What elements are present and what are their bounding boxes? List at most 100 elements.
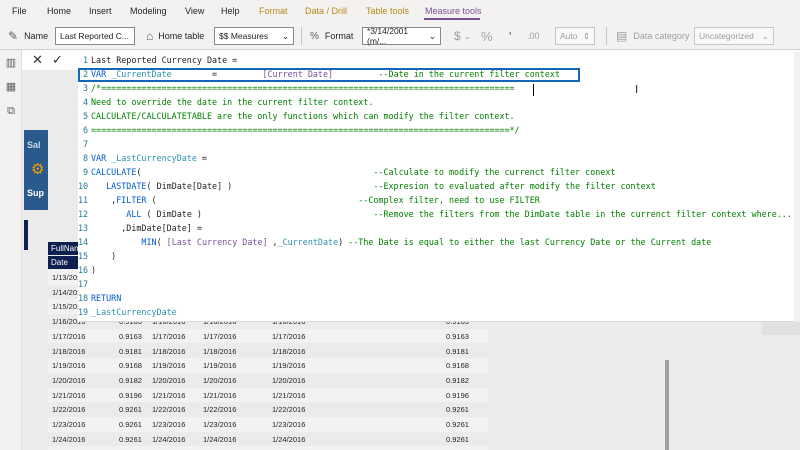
home-table-label: Home table	[158, 31, 205, 41]
banner-text-top: Sal	[27, 140, 41, 150]
table-view-icon[interactable]: ▦	[5, 82, 17, 93]
report-banner-image: Sal Sup ⚙	[24, 130, 48, 210]
code-line[interactable]: 12 ALL ( DimDate ) --Remove the filters …	[78, 207, 792, 221]
tab-format[interactable]: Format	[259, 6, 288, 16]
table-row[interactable]: 1/22/2016 0.9261 1/22/2016 1/22/2016 1/22/20…	[48, 402, 488, 417]
chevron-down-icon: ⌄	[428, 30, 436, 41]
code-line[interactable]: 1 Last Reported Currency Date =	[78, 53, 790, 67]
code-line[interactable]: 13 ,DimDate[Date] =	[78, 221, 790, 235]
code-token: ========================================…	[91, 125, 520, 135]
chevron-down-icon: ⌄	[463, 30, 472, 41]
table-cell: 1/21/2016	[203, 390, 237, 400]
table-cell: 0.9196	[119, 390, 142, 400]
comma-button[interactable]: '	[509, 22, 511, 50]
code-token: ,DimDate[Date] =	[91, 223, 202, 233]
code-line[interactable]: 9 CALCULATE( --Calculate to modify the cu…	[78, 165, 790, 179]
tab-help[interactable]: Help	[221, 6, 240, 16]
table-cell: 1/24/2016	[152, 434, 186, 444]
code-token: (	[156, 237, 167, 247]
format-select[interactable]: *3/14/2001 (m/... ⌄	[362, 26, 441, 46]
code-token: --Expresion to evaluated after modify th…	[373, 181, 656, 191]
active-tab-indicator	[424, 18, 480, 20]
highlight-box	[78, 68, 580, 82]
decimal-icon: .00	[527, 31, 540, 41]
line-number: 5	[82, 111, 88, 121]
code-token: )	[91, 265, 97, 275]
code-line[interactable]: 16)	[78, 263, 790, 277]
dax-formula-editor[interactable]: 1 Last Reported Currency Date = 2 VAR _Curr…	[78, 52, 800, 322]
data-category-group: ▤ Data category	[616, 22, 689, 50]
code-line[interactable]: 18 RETURN	[78, 291, 790, 305]
table-cell: 0.9261	[446, 405, 469, 415]
gear-icon: ⚙	[31, 161, 45, 178]
table-cell: 1/19/2016	[203, 361, 237, 371]
table-cell: 1/20/2016	[272, 375, 306, 385]
percent-button[interactable]: %	[481, 22, 493, 50]
tab-file[interactable]: File	[12, 6, 27, 16]
home-icon: ⌂	[146, 29, 154, 43]
code-text: )	[91, 249, 116, 263]
tab-home[interactable]: Home	[47, 6, 71, 16]
line-number: 4	[82, 97, 88, 107]
table-row[interactable]: 1/23/2016 0.9261 1/23/2016 1/23/2016 1/23/20…	[48, 417, 488, 432]
formula-commit-bar: ✕ ✓	[22, 50, 78, 70]
code-line[interactable]: 11 ,FILTER ( --Complex filter, need to u…	[78, 193, 790, 207]
line-number: 15	[78, 251, 89, 261]
tab-data-drill[interactable]: Data / Drill	[305, 6, 347, 16]
code-line[interactable]: 15 )	[78, 249, 790, 263]
code-text: RETURN	[91, 291, 121, 305]
code-line[interactable]: 17	[78, 277, 790, 291]
name-group: ✎ Name	[8, 22, 48, 50]
code-line[interactable]: 5 CALCULATE/CALCULATETABLE are the only f…	[78, 109, 790, 123]
table-row[interactable]: 1/18/2016 0.9181 1/18/2016 1/18/2016 1/18/20…	[48, 344, 488, 359]
table-cell: 1/18/2016	[272, 346, 306, 356]
report-view-icon[interactable]: ▥	[5, 58, 17, 69]
table-cell: 1/22/2016	[152, 405, 186, 415]
code-text: Need to override the date in the current…	[91, 95, 373, 109]
table-row[interactable]: 1/25/20160.92171/25/20161/25/20161/25/20…	[48, 446, 488, 450]
table-cell: 1/19/2016	[52, 361, 86, 371]
name-input[interactable]: Last Reported C...	[55, 27, 135, 45]
model-view-icon[interactable]: ⧉	[5, 106, 17, 117]
table-row[interactable]: 1/17/2016 0.9163 1/17/2016 1/17/2016 1/17/20…	[48, 328, 488, 344]
code-line[interactable]: 7	[78, 137, 790, 151]
format-value: *3/14/2001 (m/...	[367, 26, 409, 46]
editor-scrollbar[interactable]	[794, 52, 800, 322]
code-token: [Last Currency Date]	[166, 237, 268, 247]
line-number: 14	[78, 237, 89, 247]
decimal-places-input[interactable]: Auto ⇕	[555, 27, 595, 45]
table-row[interactable]: 1/19/2016 0.9168 1/19/2016 1/19/2016 1/19/20…	[48, 358, 488, 373]
currency-button[interactable]: $ ⌄	[454, 22, 471, 50]
text-cursor	[533, 84, 534, 96]
tab-table-tools[interactable]: Table tools	[366, 6, 409, 16]
tab-view[interactable]: View	[185, 6, 204, 16]
code-line[interactable]: 10 LASTDATE( DimDate[Date] ) --Expresion…	[78, 179, 790, 193]
line-number: 8	[82, 153, 88, 163]
table-scrollbar[interactable]	[665, 360, 669, 450]
code-token: _LastCurrencyDate	[111, 153, 197, 163]
code-line[interactable]: 6 =======================================…	[78, 123, 790, 137]
tab-measure-tools[interactable]: Measure tools	[425, 6, 482, 16]
home-table-select[interactable]: $$ Measures ⌄	[214, 27, 294, 45]
tab-modeling[interactable]: Modeling	[130, 6, 167, 16]
code-token: Need to override the date in the current…	[91, 97, 374, 107]
commit-check-icon[interactable]: ✓	[52, 52, 63, 68]
code-text: MIN( [Last Currency Date] ,_CurrentDate)…	[91, 235, 711, 249]
code-line[interactable]: 8 VAR _LastCurrencyDate =	[78, 151, 790, 165]
ibeam-cursor-icon: I	[635, 83, 639, 96]
decimal-buttons[interactable]: .00	[527, 22, 540, 50]
code-line[interactable]: 19 _LastCurrencyDate	[78, 305, 790, 319]
code-line[interactable]: 4 Need to override the date in the curren…	[78, 95, 790, 109]
table-row[interactable]: 1/21/2016 0.9196 1/21/2016 1/21/2016 1/21/20…	[48, 387, 488, 403]
table-cell: 1/21/2016	[152, 390, 186, 400]
code-line[interactable]: 3/*=====================================…	[78, 81, 790, 95]
line-number: 17	[78, 279, 89, 289]
cancel-icon[interactable]: ✕	[32, 52, 43, 68]
table-row[interactable]: 1/24/2016 0.9261 1/24/2016 1/24/2016 1/24/20…	[48, 432, 488, 447]
table-row[interactable]: 1/20/2016 0.9182 1/20/2016 1/20/2016 1/20/20…	[48, 373, 488, 388]
code-line[interactable]: 14 MIN( [Last Currency Date] ,_CurrentDa…	[78, 235, 790, 249]
table-cell: 1/17/2016	[272, 331, 306, 341]
table-cell: 0.9261	[446, 434, 469, 444]
tab-insert[interactable]: Insert	[89, 6, 112, 16]
data-category-select[interactable]: Uncategorized ⌄	[694, 27, 774, 45]
